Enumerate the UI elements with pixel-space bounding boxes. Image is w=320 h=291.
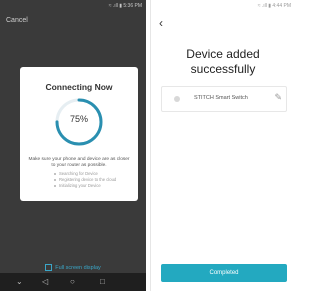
navigation-bar: ⌄ ◁ ○ □	[0, 273, 146, 291]
connection-hint: Make sure your phone and device are as c…	[28, 157, 130, 168]
status-bar: ≈ .ıll ▮ 5:36 PM	[108, 3, 142, 9]
progress-percent: 75%	[69, 114, 88, 124]
steps-list: Searching for Device Registering device …	[54, 171, 116, 189]
step-item: Initializing your Device	[54, 183, 116, 189]
device-icon	[174, 96, 180, 102]
edit-icon[interactable]: ✎	[274, 92, 282, 103]
back-arrow-icon[interactable]: ‹	[159, 16, 163, 30]
bullet-icon	[54, 178, 56, 181]
connecting-modal: Connecting Now 75% Make sure your phone …	[20, 67, 138, 201]
bullet-icon	[54, 172, 56, 175]
back-icon[interactable]: ◁	[42, 277, 48, 286]
connecting-screen: ≈ .ıll ▮ 5:36 PM Cancel Connecting Now 7…	[0, 0, 146, 291]
status-bar: ≈ .ıll ▮ 4:44 PM	[257, 3, 291, 9]
completed-button[interactable]: Completed	[161, 264, 287, 282]
cancel-button[interactable]: Cancel	[6, 17, 28, 24]
recent-apps-icon[interactable]: □	[100, 277, 105, 286]
bullet-icon	[54, 184, 56, 187]
fullscreen-button[interactable]: Full screen display	[0, 264, 146, 271]
device-added-screen: ≈ .ıll ▮ 4:44 PM ‹ Device added successf…	[150, 0, 295, 291]
fullscreen-icon	[45, 264, 53, 271]
page-title: Device added successfully	[186, 47, 260, 76]
modal-title: Connecting Now	[45, 82, 113, 92]
device-row[interactable]: STITCH Smart Switch ✎	[161, 86, 287, 112]
hide-keyboard-icon[interactable]: ⌄	[16, 277, 23, 286]
device-name: STITCH Smart Switch	[194, 95, 248, 101]
home-icon[interactable]: ○	[70, 277, 75, 286]
